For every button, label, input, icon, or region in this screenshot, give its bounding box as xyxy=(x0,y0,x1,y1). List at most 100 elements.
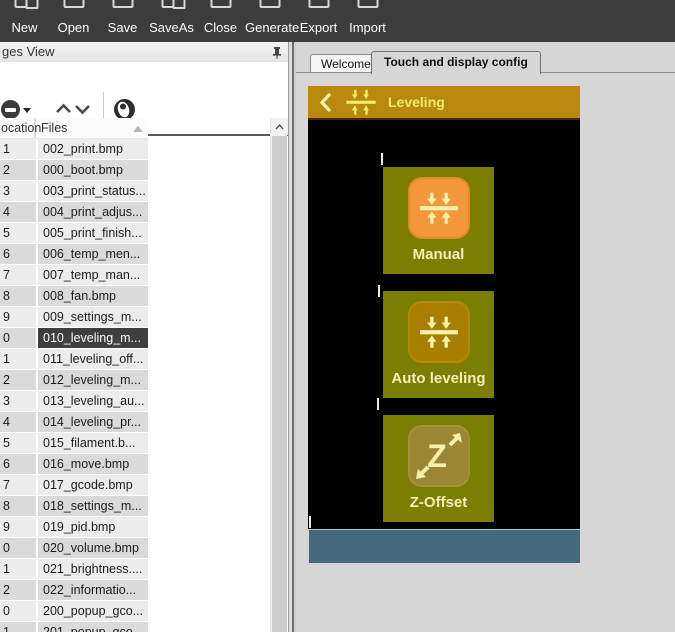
file-name-cell[interactable]: 017_gcode.bmp xyxy=(38,475,148,495)
tab-touch-display-config[interactable]: Touch and display config xyxy=(371,51,541,74)
preview-footer-bar xyxy=(308,529,580,563)
table-row[interactable]: 7 017_gcode.bmp xyxy=(0,475,148,495)
scroll-up-icon xyxy=(275,123,284,129)
toolbar-button[interactable]: New xyxy=(0,0,49,42)
file-name-cell[interactable]: 008_fan.bmp xyxy=(38,286,148,306)
file-name-cell[interactable]: 012_leveling_m... xyxy=(38,370,148,390)
toolbar-button-label: Generate xyxy=(245,20,300,35)
column-header-location[interactable]: ocation xyxy=(0,118,41,138)
file-name-cell[interactable]: 016_move.bmp xyxy=(38,454,148,474)
toolbar-button[interactable]: Generate xyxy=(245,0,300,42)
toolbar-button[interactable]: Open xyxy=(49,0,98,42)
location-cell: 6 xyxy=(0,244,36,264)
file-name-cell[interactable]: 002_print.bmp xyxy=(38,139,148,159)
table-row[interactable]: 8 008_fan.bmp xyxy=(0,286,148,306)
table-row[interactable]: 9 009_settings_m... xyxy=(0,307,148,327)
file-name-cell[interactable]: 006_temp_men... xyxy=(38,244,148,264)
toolbar-button[interactable]: Close xyxy=(196,0,245,42)
pin-icon[interactable] xyxy=(271,46,283,59)
toolbar-button[interactable]: Export xyxy=(294,0,343,42)
table-row[interactable]: 5 015_filament.b... xyxy=(0,433,148,453)
table-row[interactable]: 3 013_leveling_au... xyxy=(0,391,148,411)
z-offset-button[interactable]: Z Z-Offset xyxy=(383,415,494,522)
table-row[interactable]: 3 003_print_status... xyxy=(0,181,148,201)
location-cell: 9 xyxy=(0,307,36,327)
file-name-cell[interactable]: 000_boot.bmp xyxy=(38,160,148,180)
main-toolbar: New Open Save SaveAs Close Generate Expo… xyxy=(0,0,675,42)
table-row[interactable]: 6 016_move.bmp xyxy=(0,454,148,474)
file-name-cell[interactable]: 021_brightness.... xyxy=(38,559,148,579)
file-name-cell[interactable]: 003_print_status... xyxy=(38,181,148,201)
z-offset-label: Z-Offset xyxy=(409,494,468,511)
toolbar-button-label: New xyxy=(11,20,38,35)
table-row[interactable]: 4 004_print_adjus... xyxy=(0,202,148,222)
toolbar-button-icon xyxy=(112,0,133,8)
table-row[interactable]: 9 019_pid.bmp xyxy=(0,517,148,537)
location-cell: 7 xyxy=(0,265,36,285)
file-name-cell[interactable]: 010_leveling_m... xyxy=(38,328,148,348)
file-name-cell[interactable]: 007_temp_man... xyxy=(38,265,148,285)
toolbar-button-icon xyxy=(14,0,38,9)
toolbar-button-icon xyxy=(63,0,84,8)
file-name-cell[interactable]: 019_pid.bmp xyxy=(38,517,148,537)
table-row[interactable]: 4 014_leveling_pr... xyxy=(0,412,148,432)
toolbar-button-icon xyxy=(259,0,280,8)
file-name-cell[interactable]: 005_print_finish... xyxy=(38,223,148,243)
toolbar-button-icon xyxy=(161,0,185,9)
location-cell: 0 xyxy=(0,328,36,348)
table-row[interactable]: 1 201_popup_gco... xyxy=(0,622,148,632)
toolbar-button[interactable]: SaveAs xyxy=(147,0,196,42)
table-row[interactable]: 8 018_settings_m... xyxy=(0,496,148,516)
location-cell: 3 xyxy=(0,391,36,411)
location-cell: 5 xyxy=(0,223,36,243)
auto-leveling-button[interactable]: Auto leveling xyxy=(383,291,494,398)
table-row[interactable]: 0 200_popup_gco... xyxy=(0,601,148,621)
table-row[interactable]: 0 020_volume.bmp xyxy=(0,538,148,558)
preview-screen-body: Manual Auto leveling Z Z-Offset xyxy=(308,122,580,529)
back-icon[interactable] xyxy=(319,92,331,112)
file-name-cell[interactable]: 200_popup_gco... xyxy=(38,601,148,621)
remove-dropdown-caret[interactable] xyxy=(23,108,31,113)
file-name-cell[interactable]: 018_settings_m... xyxy=(38,496,148,516)
table-row[interactable]: 1 002_print.bmp xyxy=(0,139,148,159)
location-cell: 4 xyxy=(0,412,36,432)
scrollbar-thumb[interactable] xyxy=(272,136,287,632)
file-name-cell[interactable]: 009_settings_m... xyxy=(38,307,148,327)
table-row[interactable]: 1 011_leveling_off... xyxy=(0,349,148,369)
manual-leveling-button[interactable]: Manual xyxy=(383,167,494,274)
location-cell: 0 xyxy=(0,538,36,558)
table-row[interactable]: 2 000_boot.bmp xyxy=(0,160,148,180)
file-name-cell[interactable]: 013_leveling_au... xyxy=(38,391,148,411)
vertical-scrollbar[interactable] xyxy=(270,118,288,632)
file-name-cell[interactable]: 014_leveling_pr... xyxy=(38,412,148,432)
location-cell: 3 xyxy=(0,181,36,201)
table-row[interactable]: 2 012_leveling_m... xyxy=(0,370,148,390)
table-row[interactable]: 5 005_print_finish... xyxy=(0,223,148,243)
z-offset-icon: Z xyxy=(407,425,470,487)
toolbar-button[interactable]: Import xyxy=(343,0,392,42)
location-cell: 2 xyxy=(0,370,36,390)
table-row[interactable]: 6 006_temp_men... xyxy=(0,244,148,264)
location-cell: 8 xyxy=(0,286,36,306)
toolbar-button[interactable]: Save xyxy=(98,0,147,42)
location-cell: 1 xyxy=(0,139,36,159)
scroll-up-button[interactable] xyxy=(271,118,288,135)
table-row[interactable]: 0 010_leveling_m... xyxy=(0,328,148,348)
move-down-icon[interactable] xyxy=(74,103,91,115)
file-name-cell[interactable]: 022_informatio... xyxy=(38,580,148,600)
table-row[interactable]: 1 021_brightness.... xyxy=(0,559,148,579)
auto-leveling-label: Auto leveling xyxy=(391,370,486,387)
file-name-cell[interactable]: 011_leveling_off... xyxy=(38,349,148,369)
table-row[interactable]: 7 007_temp_man... xyxy=(0,265,148,285)
file-name-cell[interactable]: 020_volume.bmp xyxy=(38,538,148,558)
file-name-cell[interactable]: 201_popup_gco... xyxy=(38,622,148,632)
table-row[interactable]: 2 022_informatio... xyxy=(0,580,148,600)
location-cell: 7 xyxy=(0,475,36,495)
file-name-cell[interactable]: 004_print_adjus... xyxy=(38,202,148,222)
panel-splitter[interactable] xyxy=(288,42,296,632)
column-header-files[interactable]: Files xyxy=(36,118,148,138)
toolbar-button-label: Import xyxy=(349,20,386,35)
remove-image-icon[interactable] xyxy=(1,100,20,119)
file-name-cell[interactable]: 015_filament.b... xyxy=(38,433,148,453)
move-up-icon[interactable] xyxy=(55,103,72,115)
